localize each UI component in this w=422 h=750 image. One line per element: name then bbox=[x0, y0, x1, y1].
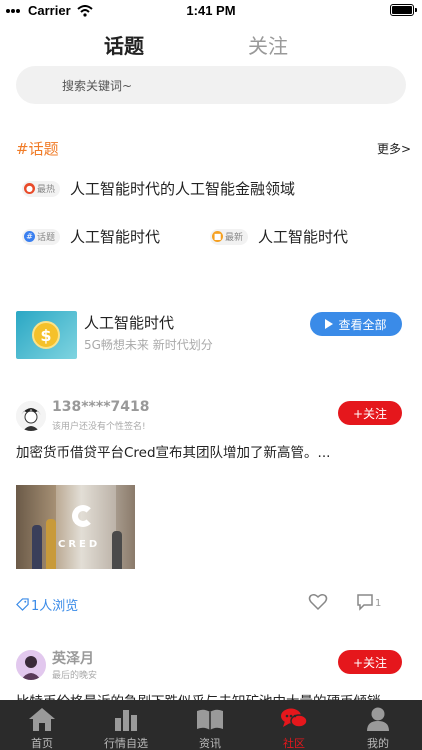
top-tabs: 话题 关注 bbox=[0, 30, 422, 64]
search-placeholder: 搜索关键词~ bbox=[62, 79, 133, 93]
post-text[interactable]: 比特币价格最近的急剧下跌似乎与未知矿池中大量的硬币倾销 bbox=[16, 690, 381, 700]
hot-badge: ● 最热 bbox=[22, 180, 61, 197]
view-all-label: 查看全部 bbox=[338, 317, 387, 332]
new-icon: ■ bbox=[212, 231, 223, 242]
home-icon bbox=[29, 708, 55, 731]
status-bar: Carrier 1:41 PM bbox=[0, 0, 422, 22]
user-icon bbox=[367, 707, 389, 731]
bottom-tab-bar: 首页 行情自选 资讯 社区 我的 bbox=[0, 700, 422, 750]
topic-badge-label: 话题 bbox=[37, 233, 56, 243]
new-badge: ■ 最新 bbox=[210, 228, 249, 245]
view-all-button[interactable]: 查看全部 bbox=[310, 312, 402, 336]
topic-badge: # 话题 bbox=[22, 228, 61, 245]
tab-topics[interactable]: 话题 bbox=[104, 30, 144, 59]
tab-news[interactable]: 资讯 bbox=[168, 700, 252, 750]
tab-community[interactable]: 社区 bbox=[252, 700, 336, 750]
dollar-coin-icon: $ bbox=[32, 321, 60, 349]
post-author-name[interactable]: 138****7418 bbox=[52, 399, 149, 415]
hot-badge-label: 最热 bbox=[37, 185, 56, 195]
post-image-text: CRED bbox=[58, 539, 101, 550]
topic-item-text: 人工智能时代的人工智能金融领域 bbox=[70, 180, 296, 198]
tab-market[interactable]: 行情自选 bbox=[84, 700, 168, 750]
views-label: 1人浏览 bbox=[31, 599, 79, 614]
follow-button[interactable]: +关注 bbox=[338, 650, 402, 674]
featured-topic-subtitle: 5G畅想未来 新时代划分 bbox=[84, 338, 213, 352]
topics-title: #话题 bbox=[16, 140, 59, 158]
avatar[interactable] bbox=[16, 650, 46, 680]
cred-logo-icon bbox=[72, 505, 94, 527]
post-footer: 1人浏览 1 bbox=[16, 593, 406, 615]
search-input[interactable]: 搜索关键词~ bbox=[16, 66, 406, 104]
hash-icon: # bbox=[24, 231, 35, 242]
topics-more-link[interactable]: 更多> bbox=[377, 140, 411, 157]
status-time: 1:41 PM bbox=[186, 3, 236, 18]
tab-home-label: 首页 bbox=[31, 737, 53, 750]
tab-following[interactable]: 关注 bbox=[248, 30, 288, 59]
topic-item-text: 人工智能时代 bbox=[258, 228, 349, 246]
topic-item-new[interactable]: ■ 最新 人工智能时代 bbox=[210, 226, 348, 247]
topic-item-text: 人工智能时代 bbox=[70, 228, 161, 246]
featured-topic-image: $ bbox=[16, 311, 77, 359]
topics-header: #话题 更多> bbox=[16, 138, 411, 158]
bar-chart-icon bbox=[115, 710, 137, 731]
book-icon bbox=[197, 709, 223, 730]
flame-icon: ● bbox=[24, 183, 35, 194]
post-author-name[interactable]: 英泽月 bbox=[52, 650, 94, 668]
new-badge-label: 最新 bbox=[225, 233, 244, 243]
featured-topic-card[interactable]: $ 人工智能时代 5G畅想未来 新时代划分 查看全部 bbox=[16, 311, 406, 361]
follow-button[interactable]: +关注 bbox=[338, 401, 402, 425]
tab-market-label: 行情自选 bbox=[104, 737, 148, 750]
tab-home[interactable]: 首页 bbox=[0, 700, 84, 750]
chat-bubbles-icon bbox=[281, 708, 308, 728]
post-card[interactable]: 英泽月 最后的晚安 +关注 比特币价格最近的急剧下跌似乎与未知矿池中大量的硬币倾… bbox=[16, 650, 406, 700]
post-text[interactable]: 加密货币借贷平台Cred宣布其团队增加了新高管。... bbox=[16, 441, 330, 461]
tab-news-label: 资讯 bbox=[199, 737, 221, 750]
tag-icon bbox=[16, 598, 29, 611]
topic-item-hot[interactable]: ● 最热 人工智能时代的人工智能金融领域 bbox=[22, 178, 295, 199]
post-author-signature: 最后的晚安 bbox=[52, 671, 98, 681]
comment-icon[interactable] bbox=[356, 593, 374, 611]
featured-topic-title: 人工智能时代 bbox=[84, 314, 175, 332]
play-icon bbox=[325, 319, 334, 329]
battery-icon bbox=[390, 4, 417, 16]
tab-community-label: 社区 bbox=[283, 737, 305, 750]
tab-profile[interactable]: 我的 bbox=[336, 700, 420, 750]
heart-icon[interactable] bbox=[308, 593, 328, 611]
avatar[interactable] bbox=[16, 401, 46, 431]
tab-profile-label: 我的 bbox=[367, 737, 389, 750]
comment-count: 1 bbox=[375, 598, 382, 609]
topic-item-topic[interactable]: # 话题 人工智能时代 bbox=[22, 226, 160, 247]
post-author-signature: 该用户还没有个性签名! bbox=[52, 422, 146, 432]
views-count: 1人浏览 bbox=[16, 595, 78, 614]
post-image[interactable]: CRED bbox=[16, 485, 135, 569]
post-card[interactable]: 138****7418 该用户还没有个性签名! +关注 加密货币借贷平台Cred… bbox=[16, 399, 406, 621]
